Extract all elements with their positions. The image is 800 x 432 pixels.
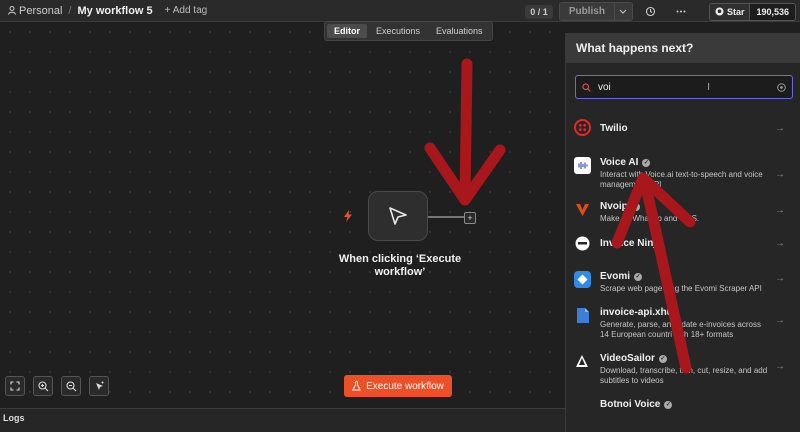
publish-dropdown[interactable] [613,3,632,20]
canvas-toolbar [5,376,109,396]
botnoi-icon [574,399,591,416]
workflow-canvas[interactable] [0,22,565,408]
invoice-ninja-icon [574,235,591,252]
tab-evaluations[interactable]: Evaluations [429,24,490,38]
item-name: Botnoi Voice [600,399,661,410]
list-item-evomi[interactable]: Evomi ✓ Scrape web page sing the Evomi Sc… [566,271,800,307]
list-item-invoice-api-xhub[interactable]: invoice-api.xhub Generate, parse, and li… [566,307,800,353]
history-icon [646,6,656,17]
item-name: Evomi [600,271,631,282]
tab-editor[interactable]: Editor [327,24,367,38]
github-star-count: 190,536 [749,3,795,20]
search-value: voi [598,81,611,93]
verified-icon: ✓ [658,354,667,363]
node-connector [428,216,464,218]
history-button[interactable] [639,3,663,21]
verified-icon: ✓ [664,400,673,409]
nvoip-icon [574,201,591,218]
clear-search-icon[interactable] [777,82,786,92]
publish-button-group: Publish [558,2,633,21]
breadcrumb: Personal / My workflow 5 + Add tag [0,5,207,17]
fit-view-icon [10,381,20,391]
execute-workflow-label: Execute workflow [366,380,444,392]
item-description: Generate, parse, and lidate e-invoices a… [600,320,761,339]
text-cursor-icon: I [707,81,710,93]
item-description: Interact with Voice.ai text-to-speech an… [600,170,763,189]
arrow-right-icon: → [775,273,785,284]
plus-icon: + [467,213,473,223]
arrow-right-icon: → [775,123,785,134]
videosailor-icon [574,353,591,370]
more-options-button[interactable] [669,3,693,21]
arrow-right-icon: → [775,238,785,249]
zoom-in-button[interactable] [33,376,53,396]
fit-view-button[interactable] [5,376,25,396]
list-item-invoice-ninja[interactable]: Invoice Ninja → [566,235,800,271]
node-results-list: Twilio → Voice AI ✓ Interact with Voice.a… [566,119,800,419]
list-item-videosailor[interactable]: VideoSailor ✓ Download, transcribe, trim,… [566,353,800,399]
arrow-right-icon: → [775,315,785,326]
arrow-right-icon: → [775,169,785,180]
verified-icon: ✓ [642,158,651,167]
user-icon [8,6,16,15]
item-name: Nvoip [600,201,628,212]
github-icon [715,7,724,16]
item-name: Invoice Ninja [600,238,662,249]
verified-icon: ✓ [631,202,640,211]
manual-trigger-node[interactable] [368,191,428,241]
github-star-text: Star [726,6,745,17]
workflow-name[interactable]: My workflow 5 [77,5,152,17]
item-description: Make ca Whats p and SMS. [600,214,700,223]
list-item-nvoip[interactable]: Nvoip ✓ Make ca Whats p and SMS. → [566,201,800,235]
add-node-button[interactable]: + [464,212,476,224]
item-name: invoice-api.xhub [600,307,679,318]
logs-panel-toggle[interactable]: Logs [0,408,565,432]
project-link[interactable]: Personal [8,5,62,17]
search-icon [582,82,591,92]
github-star-label: Star [709,3,750,20]
node-creator-panel: What happens next? voi I Twilio → Voice … [565,33,800,432]
item-description: Download, transcribe, trim, cut, resize,… [600,366,768,385]
verified-icon: ✓ [634,272,643,281]
trigger-bolt-icon [343,210,353,225]
zoom-out-button[interactable] [61,376,81,396]
more-horizontal-icon [676,10,686,13]
node-search-input[interactable]: voi I [575,75,793,99]
voice-ai-icon [574,157,591,174]
item-name: VideoSailor [600,353,655,364]
zoom-in-icon [37,380,48,391]
sparkle-cursor-icon [95,381,103,390]
arrow-right-icon: → [775,205,785,216]
arrow-right-icon: → [775,361,785,372]
evomi-icon [574,271,591,288]
flask-icon [352,381,362,391]
panel-title: What happens next? [566,33,800,63]
trigger-node-label: When clicking ‘Execute workflow’ [338,253,462,278]
breadcrumb-separator: / [68,4,72,17]
tab-executions[interactable]: Executions [369,24,427,38]
view-tabs: Editor Executions Evaluations [324,21,493,41]
top-bar: Personal / My workflow 5 + Add tag 0 / 1… [0,0,800,22]
publish-button[interactable]: Publish [559,3,614,20]
tidy-up-button[interactable] [89,376,109,396]
version-counter: 0 / 1 [525,4,553,19]
twilio-icon [574,119,591,136]
item-description: Scrape web page sing the Evomi Scraper A… [600,284,762,293]
zoom-out-icon [65,380,76,391]
item-name: Twilio [600,123,628,134]
item-name: Voice AI [600,157,639,168]
list-item-voice-ai[interactable]: Voice AI ✓ Interact with Voice.ai text-to… [566,157,800,201]
document-icon [574,307,591,324]
list-item-twilio[interactable]: Twilio → [566,119,800,153]
cursor-click-icon [389,207,407,225]
github-star-button[interactable]: Star 190,536 [708,2,796,21]
list-item-botnoi-voice[interactable]: Botnoi Voice ✓ [566,399,800,419]
project-label: Personal [19,4,63,17]
execute-workflow-button[interactable]: Execute workflow [344,375,452,397]
chevron-down-icon [620,9,627,14]
add-tag-button[interactable]: + Add tag [165,5,208,16]
